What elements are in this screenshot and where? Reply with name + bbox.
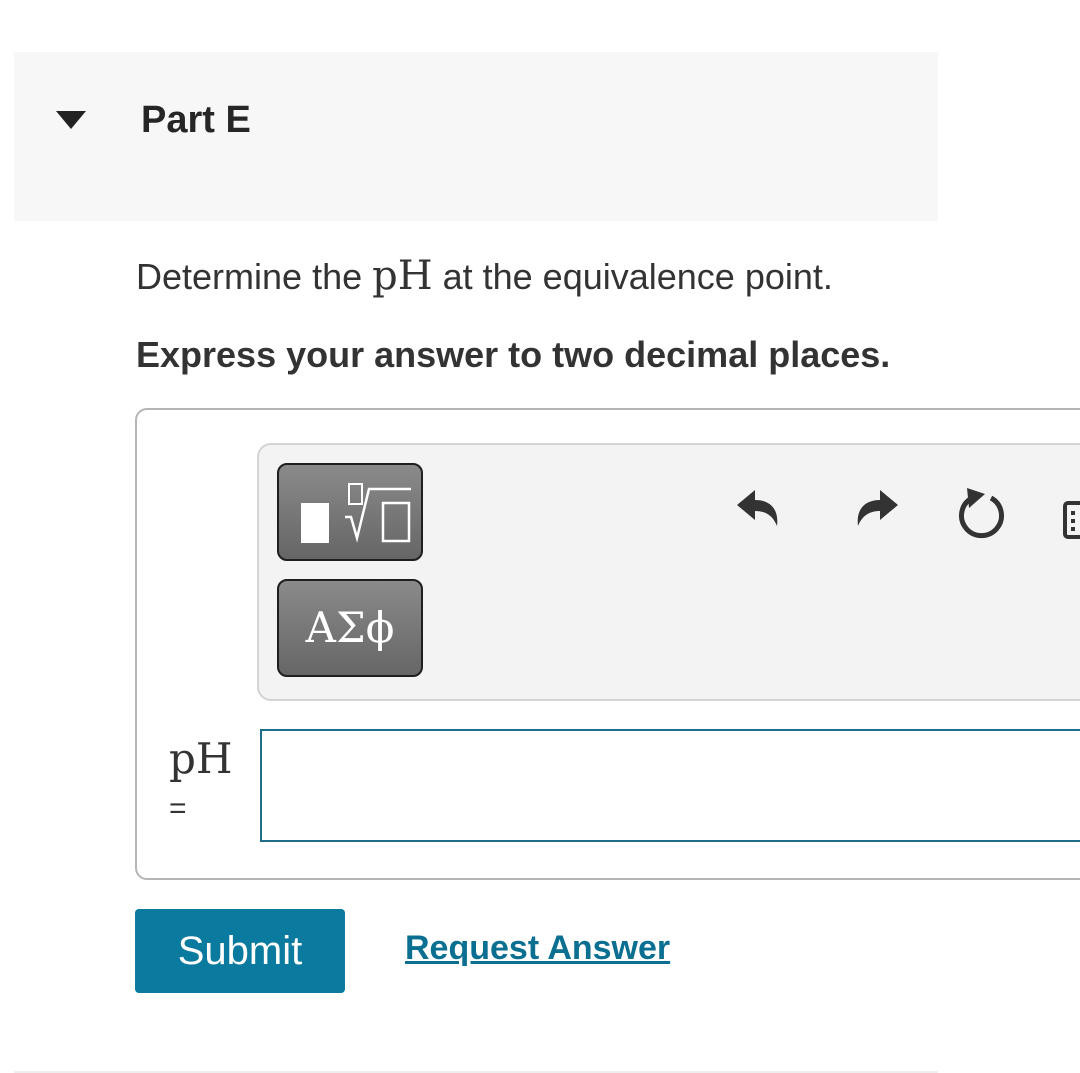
submit-button[interactable]: Submit bbox=[135, 909, 345, 993]
question-text: Determine the pH at the equivalence poin… bbox=[136, 253, 833, 300]
part-title: Part E bbox=[141, 99, 251, 141]
answer-label-ph: pH bbox=[169, 734, 233, 783]
templates-radical-icon bbox=[301, 483, 411, 543]
request-answer-link[interactable]: Request Answer bbox=[405, 926, 670, 970]
symbols-button[interactable]: ΑΣϕ bbox=[277, 579, 423, 677]
answer-label-equals: = bbox=[169, 792, 187, 825]
redo-icon[interactable] bbox=[850, 486, 902, 538]
caret-down-icon[interactable] bbox=[56, 111, 86, 129]
undo-icon[interactable] bbox=[733, 486, 785, 538]
question-math-ph: pH bbox=[372, 253, 433, 299]
answer-instruction: Express your answer to two decimal place… bbox=[136, 334, 891, 375]
reset-icon[interactable] bbox=[955, 484, 1011, 544]
question-prefix: Determine the bbox=[136, 256, 373, 297]
question-suffix: at the equivalence point. bbox=[432, 256, 833, 297]
templates-button[interactable] bbox=[277, 463, 423, 561]
answer-input[interactable] bbox=[260, 729, 1080, 842]
keyboard-icon[interactable] bbox=[1062, 500, 1080, 540]
symbols-label: ΑΣϕ bbox=[305, 603, 395, 652]
